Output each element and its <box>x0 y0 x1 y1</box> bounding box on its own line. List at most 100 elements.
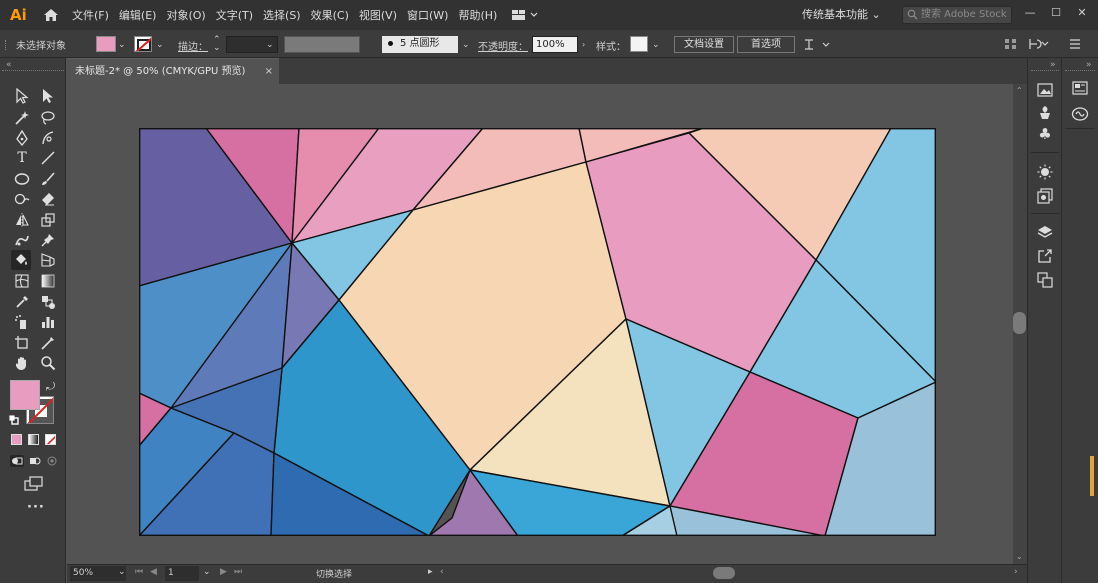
workspace-switcher[interactable]: 传统基本功能 ⌄ <box>802 6 881 22</box>
direct-selection-tool-icon[interactable] <box>38 86 58 106</box>
color-mode-icon[interactable] <box>11 434 22 445</box>
panel-scroll-thumb[interactable] <box>1090 456 1094 496</box>
status-text[interactable]: 切换选择 <box>316 567 352 580</box>
home-icon[interactable] <box>40 4 62 26</box>
default-colors-icon[interactable] <box>8 414 19 425</box>
stepper-icon[interactable]: ⌃ ⌄ <box>213 36 221 53</box>
menu-help[interactable]: 帮助(H) <box>458 7 497 23</box>
preferences-button[interactable]: 首选项 <box>737 36 795 53</box>
chevron-down-icon[interactable]: ⌄ <box>118 567 126 577</box>
panel-grip[interactable] <box>2 70 64 71</box>
first-artboard-icon[interactable]: ⏮ <box>135 567 143 577</box>
lasso-tool-icon[interactable] <box>38 108 58 128</box>
close-tab-icon[interactable]: × <box>265 59 273 85</box>
curvature-tool-icon[interactable] <box>38 128 58 148</box>
image-trace-icon[interactable] <box>1035 80 1055 100</box>
arrange-documents-icon[interactable] <box>511 6 541 24</box>
appearance-icon[interactable] <box>1035 162 1055 182</box>
club-icon[interactable]: ♣ <box>1035 124 1055 144</box>
mesh-tool-icon[interactable] <box>12 271 32 291</box>
shaper-tool-icon[interactable] <box>12 189 32 209</box>
document-tab[interactable]: 未标题-2* @ 50% (CMYK/GPU 预览) × <box>67 58 279 84</box>
symbol-sprayer-tool-icon[interactable] <box>12 312 32 332</box>
line-segment-tool-icon[interactable] <box>38 148 58 168</box>
menu-type[interactable]: 文字(T) <box>216 7 253 23</box>
menu-select[interactable]: 选择(S) <box>263 7 301 23</box>
selection-tool-icon[interactable] <box>12 86 32 106</box>
maximize-button[interactable]: ☐ <box>1046 4 1066 22</box>
expand-panels-icon[interactable]: » <box>1050 60 1056 70</box>
ellipse-tool-icon[interactable] <box>12 169 32 189</box>
document-setup-button[interactable]: 文档设置 <box>674 36 734 53</box>
vertical-scroll-thumb[interactable] <box>1013 312 1026 334</box>
previous-artboard-icon[interactable]: ◀ <box>150 567 157 577</box>
libraries-icon[interactable] <box>1070 104 1090 124</box>
eyedropper-tool-icon[interactable] <box>12 292 32 312</box>
artboard-number-field[interactable]: 1 <box>165 566 199 581</box>
scale-tool-icon[interactable] <box>38 210 58 230</box>
stroke-color-swatch[interactable] <box>134 36 152 52</box>
hand-tool-icon[interactable] <box>12 353 32 373</box>
none-mode-icon[interactable] <box>45 434 56 445</box>
artboard[interactable] <box>139 128 936 536</box>
zoom-tool-icon[interactable] <box>38 353 58 373</box>
draw-normal-icon[interactable] <box>10 455 24 467</box>
menu-object[interactable]: 对象(O) <box>166 7 205 23</box>
scroll-right-icon[interactable]: › <box>1014 567 1018 577</box>
opacity-input[interactable]: 100% <box>532 36 578 53</box>
puppet-warp-tool-icon[interactable] <box>12 230 32 250</box>
horizontal-scroll-thumb[interactable] <box>713 567 735 579</box>
variable-width-profile[interactable] <box>284 36 360 53</box>
panel-grip[interactable] <box>1031 70 1059 71</box>
magic-wand-tool-icon[interactable] <box>12 108 32 128</box>
slice-tool-icon[interactable] <box>38 333 58 353</box>
export-icon[interactable] <box>1035 246 1055 266</box>
menu-window[interactable]: 窗口(W) <box>407 7 448 23</box>
chevron-down-icon[interactable]: ⌄ <box>462 40 472 50</box>
fill-color-box-front[interactable] <box>10 380 40 410</box>
chevron-down-icon[interactable]: ⌄ <box>156 40 166 50</box>
chevron-down-icon[interactable]: ⌄ <box>118 40 128 50</box>
close-window-button[interactable]: ✕ <box>1072 4 1092 22</box>
column-graph-tool-icon[interactable] <box>38 312 58 332</box>
edit-toolbar-icon[interactable]: ··· <box>27 500 45 515</box>
gradient-mode-icon[interactable] <box>28 434 39 445</box>
scroll-down-icon[interactable]: ⌄ <box>1016 552 1023 561</box>
transform-icon[interactable] <box>803 37 833 52</box>
scroll-up-icon[interactable]: ⌃ <box>1016 86 1023 95</box>
menu-effect[interactable]: 效果(C) <box>311 7 349 23</box>
search-stock-input[interactable]: 搜索 Adobe Stock <box>902 6 1012 24</box>
collapse-panel-icon[interactable]: « <box>6 60 12 70</box>
minimize-button[interactable]: — <box>1020 4 1040 22</box>
properties-icon[interactable] <box>1070 78 1090 98</box>
draw-inside-icon[interactable] <box>45 455 59 467</box>
grip-handle[interactable] <box>5 40 8 50</box>
reflect-tool-icon[interactable] <box>12 210 32 230</box>
gradient-tool-icon[interactable] <box>38 271 58 291</box>
scroll-left-icon[interactable]: ‹ <box>440 567 444 577</box>
chevron-down-icon[interactable]: ⌄ <box>203 567 211 577</box>
expand-panels-icon[interactable]: » <box>1086 60 1092 70</box>
next-artboard-icon[interactable]: ▶ <box>220 567 227 577</box>
chevron-right-icon[interactable]: › <box>582 40 592 50</box>
status-menu-icon[interactable]: ▸ <box>428 567 433 577</box>
perspective-grid-tool-icon[interactable] <box>38 250 58 270</box>
draw-behind-icon[interactable] <box>28 455 42 467</box>
eraser-tool-icon[interactable] <box>38 189 58 209</box>
blend-tool-icon[interactable] <box>38 292 58 312</box>
menu-edit[interactable]: 编辑(E) <box>119 7 157 23</box>
stroke-label[interactable]: 描边： <box>178 38 208 53</box>
chevron-down-icon[interactable]: ⌄ <box>266 40 276 50</box>
pen-tool-icon[interactable] <box>12 128 32 148</box>
menu-file[interactable]: 文件(F) <box>72 7 109 23</box>
graphic-styles-icon[interactable] <box>1035 186 1055 206</box>
panel-grip[interactable] <box>1065 70 1095 71</box>
layers-icon[interactable] <box>1035 222 1055 242</box>
opacity-label[interactable]: 不透明度： <box>478 38 528 53</box>
align-icon[interactable] <box>1004 38 1018 50</box>
artboard-tool-icon[interactable] <box>12 333 32 353</box>
chevron-down-icon[interactable]: ⌄ <box>652 40 662 50</box>
paintbrush-tool-icon[interactable] <box>38 169 58 189</box>
isolate-icon[interactable] <box>1028 37 1050 51</box>
menu-icon[interactable] <box>1068 38 1082 50</box>
